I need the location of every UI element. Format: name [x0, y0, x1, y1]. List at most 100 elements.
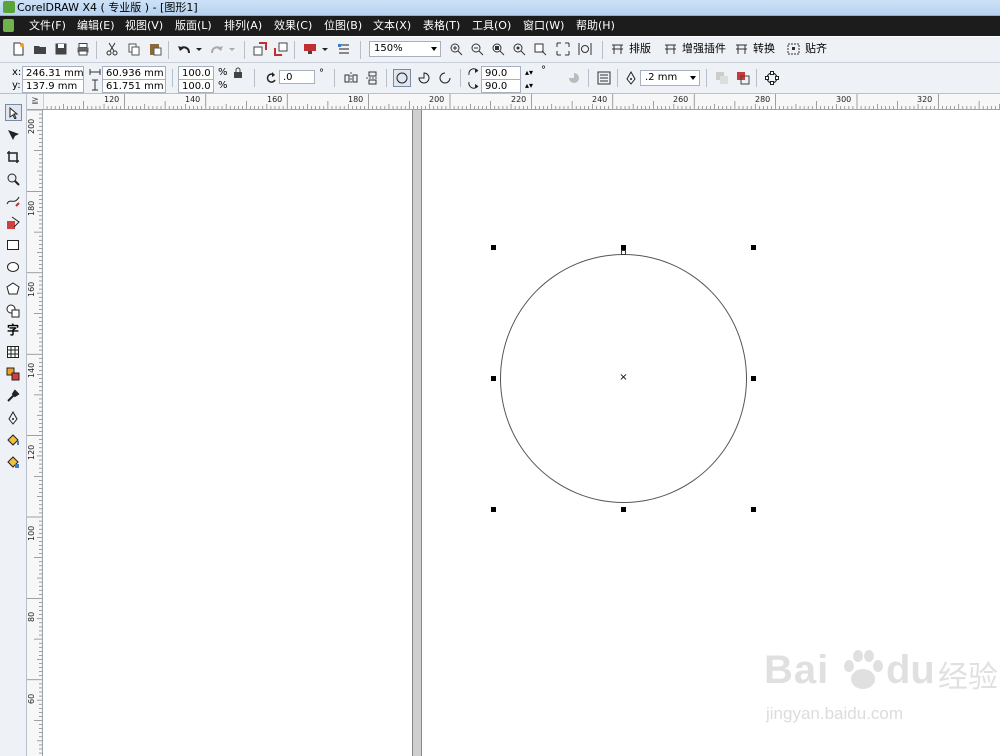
welcome-screen-icon[interactable] [336, 41, 352, 57]
ruler-tick-label: 260 [673, 95, 689, 104]
export-icon[interactable] [273, 41, 289, 57]
menu-table[interactable]: 表格(T) [423, 16, 460, 36]
ruler-tick-label: 200 [429, 95, 445, 104]
redo-icon[interactable] [209, 41, 225, 57]
outline-width-value: .2 mm [645, 72, 678, 83]
menu-arrange[interactable]: 排列(A) [224, 16, 262, 36]
interactive-fill-tool-icon[interactable] [5, 454, 21, 470]
outline-tool-icon[interactable] [5, 410, 21, 426]
zoom-in-icon[interactable] [448, 41, 464, 57]
menu-bitmaps[interactable]: 位图(B) [324, 16, 362, 36]
document-icon[interactable] [3, 19, 14, 32]
selection-handle-bottom-right[interactable] [751, 507, 756, 512]
selection-handle-top-right[interactable] [751, 245, 756, 250]
outline-width-select[interactable]: .2 mm [640, 70, 700, 86]
zoom-to-selected-icon[interactable] [490, 41, 506, 57]
basic-shapes-tool-icon[interactable] [5, 303, 21, 319]
text-tool-icon[interactable]: 字 [5, 321, 21, 337]
menu-effects[interactable]: 效果(C) [274, 16, 312, 36]
open-folder-icon[interactable] [32, 41, 48, 57]
menu-file[interactable]: 文件(F) [29, 16, 66, 36]
x-position-label: x: [12, 67, 22, 78]
eyedropper-tool-icon[interactable] [5, 388, 21, 404]
plugin-typesetting-button[interactable]: 排版 [611, 41, 651, 57]
menu-layout[interactable]: 版面(L) [175, 16, 212, 36]
ellipse-tool-icon[interactable] [5, 259, 21, 275]
ruler-origin-button[interactable]: ≧ [27, 94, 44, 110]
plugin-snap-button[interactable]: 贴齐 [787, 41, 827, 57]
menu-text[interactable]: 文本(X) [373, 16, 411, 36]
rectangle-tool-icon[interactable] [5, 237, 21, 253]
scale-x-field[interactable]: 100.0 [178, 66, 214, 80]
launcher-dropdown-icon[interactable] [320, 41, 330, 57]
arc-mode-icon[interactable] [437, 70, 453, 86]
y-position-field[interactable]: 137.9 mm [22, 79, 84, 93]
smart-fill-tool-icon[interactable] [5, 215, 21, 231]
menu-help[interactable]: 帮助(H) [576, 16, 615, 36]
redo-dropdown-icon[interactable] [227, 41, 237, 57]
save-icon[interactable] [53, 41, 69, 57]
zoom-level-select[interactable]: 150% [369, 41, 441, 57]
object-width-field[interactable]: 60.936 mm [102, 66, 166, 80]
start-angle-field[interactable]: 90.0 [481, 66, 521, 80]
print-icon[interactable] [75, 41, 91, 57]
end-angle-spinner-icon[interactable]: ▴▾ [522, 79, 536, 91]
zoom-to-page-height-icon[interactable] [577, 41, 593, 57]
vertical-ruler[interactable]: 200 180 160 140 120 100 80 60 [27, 110, 43, 756]
watermark-cn-text: 经验 [938, 660, 998, 695]
convert-to-curves-icon[interactable] [764, 70, 780, 86]
paste-icon[interactable] [147, 41, 163, 57]
import-icon[interactable] [252, 41, 268, 57]
plugin-convert-button[interactable]: 转换 [735, 41, 775, 57]
interactive-blend-tool-icon[interactable] [5, 366, 21, 382]
x-position-field[interactable]: 246.31 mm [22, 66, 84, 80]
zoom-to-page-icon[interactable] [532, 41, 548, 57]
object-height-field[interactable]: 61.751 mm [102, 79, 166, 93]
polygon-tool-icon[interactable] [5, 281, 21, 297]
zoom-out-icon[interactable] [469, 41, 485, 57]
copy-icon[interactable] [126, 41, 142, 57]
menu-edit[interactable]: 编辑(E) [77, 16, 115, 36]
scale-y-field[interactable]: 100.0 [178, 79, 214, 93]
selection-handle-top-left[interactable] [491, 245, 496, 250]
change-direction-icon[interactable] [566, 70, 582, 86]
fill-tool-icon[interactable] [5, 432, 21, 448]
pick-tool-icon[interactable] [5, 104, 22, 121]
horizontal-ruler[interactable]: 120 140 160 180 200 220 240 260 280 300 … [43, 94, 1000, 110]
end-angle-field[interactable]: 90.0 [481, 79, 521, 93]
ellipse-mode-button[interactable] [393, 69, 411, 87]
application-launcher-icon[interactable] [302, 41, 318, 57]
cut-icon[interactable] [104, 41, 120, 57]
to-back-icon[interactable] [735, 70, 751, 86]
selection-handle-right[interactable] [751, 376, 756, 381]
zoom-tool-icon[interactable] [5, 171, 21, 187]
crop-tool-icon[interactable] [5, 149, 21, 165]
zoom-to-page-width-icon[interactable] [555, 41, 571, 57]
circle-node[interactable] [621, 250, 626, 255]
selection-handle-bottom-left[interactable] [491, 507, 496, 512]
undo-icon[interactable] [176, 41, 192, 57]
shape-tool-icon[interactable] [5, 127, 21, 143]
wrap-text-icon[interactable] [596, 70, 612, 86]
new-document-icon[interactable] [10, 41, 26, 57]
scale-x-percent-label: % [218, 67, 228, 78]
selection-handle-left[interactable] [491, 376, 496, 381]
mirror-horizontal-icon[interactable] [343, 70, 359, 86]
chevron-down-icon [690, 76, 696, 80]
rotation-angle-field[interactable]: .0 [279, 70, 315, 84]
selection-handle-bottom[interactable] [621, 507, 626, 512]
menu-window[interactable]: 窗口(W) [523, 16, 564, 36]
menu-view[interactable]: 视图(V) [125, 16, 163, 36]
pie-mode-icon[interactable] [416, 70, 432, 86]
lock-ratio-icon[interactable] [232, 66, 244, 78]
start-angle-spinner-icon[interactable]: ▴▾ [522, 66, 536, 78]
to-front-icon[interactable] [714, 70, 730, 86]
menu-tools[interactable]: 工具(O) [472, 16, 511, 36]
undo-dropdown-icon[interactable] [194, 41, 204, 57]
freehand-tool-icon[interactable] [5, 193, 21, 209]
plugin-enhance-button[interactable]: 增强插件 [664, 41, 726, 57]
ruler-tick-label: 140 [185, 95, 201, 104]
zoom-to-all-objects-icon[interactable] [511, 41, 527, 57]
mirror-vertical-icon[interactable] [364, 70, 380, 86]
table-tool-icon[interactable] [5, 344, 21, 360]
